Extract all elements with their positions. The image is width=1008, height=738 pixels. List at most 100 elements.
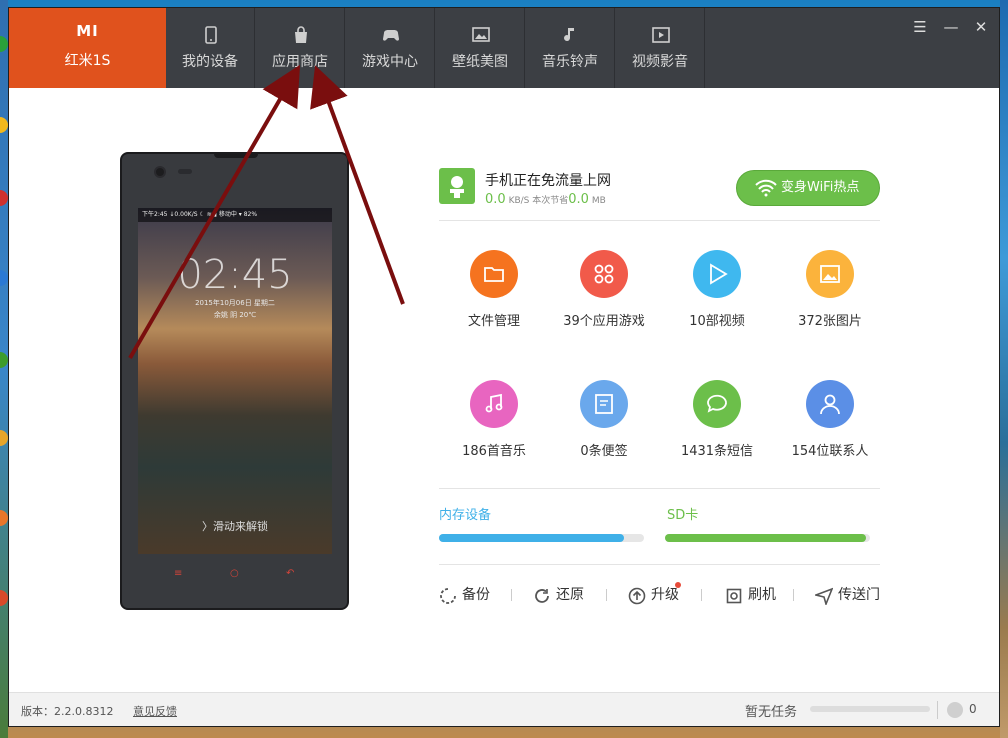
close-icon[interactable]: ✕ bbox=[971, 17, 991, 37]
desktop-shortcut-icon[interactable] bbox=[0, 36, 8, 52]
tab-app-store[interactable]: 应用商店 bbox=[256, 8, 345, 88]
feedback-link[interactable]: 意见反馈 bbox=[133, 703, 177, 719]
tab-ringtones[interactable]: 音乐铃声 bbox=[526, 8, 615, 88]
internal-storage-fill bbox=[439, 534, 624, 542]
action-separator bbox=[793, 589, 794, 601]
sd-card-label: SD卡 bbox=[667, 508, 699, 523]
action-label: 还原 bbox=[556, 587, 584, 603]
action-label: 备份 bbox=[462, 587, 490, 603]
task-status: 暂无任务 bbox=[745, 705, 798, 720]
video-play-icon bbox=[652, 27, 670, 43]
desktop-shortcut-icon[interactable] bbox=[0, 430, 8, 446]
back-key-icon: ↶ bbox=[286, 568, 295, 579]
tile-label: 186首音乐 bbox=[462, 444, 526, 459]
sd-card-fill bbox=[665, 534, 866, 542]
network-stats: 0.0 KB/S 本次节省0.0 MB bbox=[485, 192, 606, 207]
phone-date: 2015年10月06日 星期二 bbox=[195, 299, 275, 307]
action-label: 刷机 bbox=[748, 587, 776, 603]
divider bbox=[439, 564, 880, 565]
action-separator bbox=[701, 589, 702, 601]
divider bbox=[439, 488, 880, 489]
phone-icon bbox=[205, 26, 217, 44]
bag-icon bbox=[295, 26, 307, 43]
phone-status-bar: 下午2:45 ↓0.00K/S ☾ ≋ ▮ 移动中 ▾ 82% bbox=[138, 208, 332, 222]
music-tile[interactable]: 186首音乐 bbox=[439, 380, 549, 490]
saved-label: 本次节省 bbox=[532, 196, 569, 206]
speed-unit: KB/S bbox=[508, 196, 530, 206]
desktop-shortcut-icon[interactable] bbox=[0, 270, 8, 286]
tile-label: 1431条短信 bbox=[680, 444, 754, 459]
file-manager-tile[interactable]: 文件管理 bbox=[439, 250, 549, 360]
network-status-icon bbox=[439, 168, 475, 204]
tab-label: 视频影音 bbox=[632, 54, 688, 70]
phone-unlock-hint: 〉滑动来解锁 bbox=[202, 520, 268, 533]
picture-icon bbox=[472, 27, 490, 42]
tab-my-device[interactable]: 我的设备 bbox=[166, 8, 255, 88]
contact-icon bbox=[806, 380, 854, 428]
speed-value: 0.0 bbox=[485, 192, 506, 207]
tile-label: 154位联系人 bbox=[791, 444, 869, 459]
tab-game-center[interactable]: 游戏中心 bbox=[346, 8, 435, 88]
mi-logo: MI bbox=[76, 22, 99, 40]
note-icon bbox=[580, 380, 628, 428]
device-model-label: 红米1S bbox=[64, 53, 111, 69]
desktop-shortcut-icon[interactable] bbox=[0, 590, 8, 606]
divider bbox=[937, 701, 938, 719]
desktop-left-strip bbox=[0, 0, 8, 738]
saved-unit: MB bbox=[591, 196, 606, 206]
pictures-tile[interactable]: 372张图片 bbox=[775, 250, 885, 360]
action-separator bbox=[511, 589, 512, 601]
contacts-tile[interactable]: 154位联系人 bbox=[775, 380, 885, 490]
phone-speaker bbox=[178, 169, 192, 174]
backup-icon bbox=[440, 588, 456, 604]
videos-tile[interactable]: 10部视频 bbox=[662, 250, 772, 360]
minimize-icon[interactable]: — bbox=[941, 17, 961, 37]
phone-camera bbox=[154, 166, 166, 178]
restore-icon bbox=[535, 589, 549, 603]
music-note-icon bbox=[564, 28, 574, 42]
tile-label: 10部视频 bbox=[689, 314, 745, 329]
desktop-right-strip bbox=[1000, 0, 1008, 738]
chat-bubble-icon bbox=[693, 380, 741, 428]
task-progress-bar bbox=[810, 706, 930, 712]
sd-card-bar bbox=[665, 534, 870, 542]
device-logo-tab[interactable]: MI 红米1S bbox=[9, 8, 166, 88]
wifi-icon bbox=[755, 179, 777, 197]
phone-weather: 余姚 阴 20℃ bbox=[213, 311, 257, 319]
desktop-shortcut-icon[interactable] bbox=[0, 117, 8, 133]
music-icon bbox=[470, 380, 518, 428]
phone-softkeys: ≡ ○ ↶ bbox=[174, 568, 298, 582]
upgrade-icon bbox=[628, 587, 646, 605]
tile-label: 39个应用游戏 bbox=[563, 314, 645, 329]
phone-clock: 02:45 bbox=[177, 252, 293, 298]
tab-label: 壁纸美图 bbox=[452, 54, 508, 70]
flash-icon bbox=[726, 588, 742, 604]
home-key-icon: ○ bbox=[230, 568, 239, 579]
notes-tile[interactable]: 0条便签 bbox=[549, 380, 659, 490]
upgrade-badge bbox=[675, 582, 681, 588]
tab-label: 游戏中心 bbox=[362, 54, 418, 70]
download-icon[interactable] bbox=[947, 702, 963, 718]
wifi-hotspot-button[interactable]: 变身WiFi热点 bbox=[736, 170, 880, 206]
wifi-hotspot-label: 变身WiFi热点 bbox=[781, 180, 860, 195]
app-window: MI 红米1S 我的设备 应用商店 游戏中心 壁纸美图 音乐铃声 视频影音 ☰ … bbox=[8, 7, 1000, 727]
messages-tile[interactable]: 1431条短信 bbox=[662, 380, 772, 490]
tab-video[interactable]: 视频影音 bbox=[616, 8, 705, 88]
desktop-shortcut-icon[interactable] bbox=[0, 352, 8, 368]
tile-label: 0条便签 bbox=[580, 444, 628, 459]
tab-label: 我的设备 bbox=[182, 54, 238, 70]
menu-icon[interactable]: ☰ bbox=[910, 17, 930, 37]
action-label: 传送门 bbox=[838, 587, 880, 603]
tab-label: 音乐铃声 bbox=[542, 54, 598, 70]
desktop-shortcut-icon[interactable] bbox=[0, 510, 8, 526]
phone-notch bbox=[214, 152, 258, 158]
divider bbox=[439, 220, 880, 221]
apps-games-tile[interactable]: 39个应用游戏 bbox=[549, 250, 659, 360]
download-count: 0 bbox=[969, 702, 977, 716]
phone-screen: 下午2:45 ↓0.00K/S ☾ ≋ ▮ 移动中 ▾ 82% 02:45 20… bbox=[138, 208, 332, 554]
apps-grid-icon bbox=[580, 250, 628, 298]
tile-label: 372张图片 bbox=[798, 314, 862, 329]
desktop-shortcut-icon[interactable] bbox=[0, 190, 8, 206]
tab-wallpapers[interactable]: 壁纸美图 bbox=[436, 8, 525, 88]
gamepad-icon bbox=[383, 30, 399, 41]
